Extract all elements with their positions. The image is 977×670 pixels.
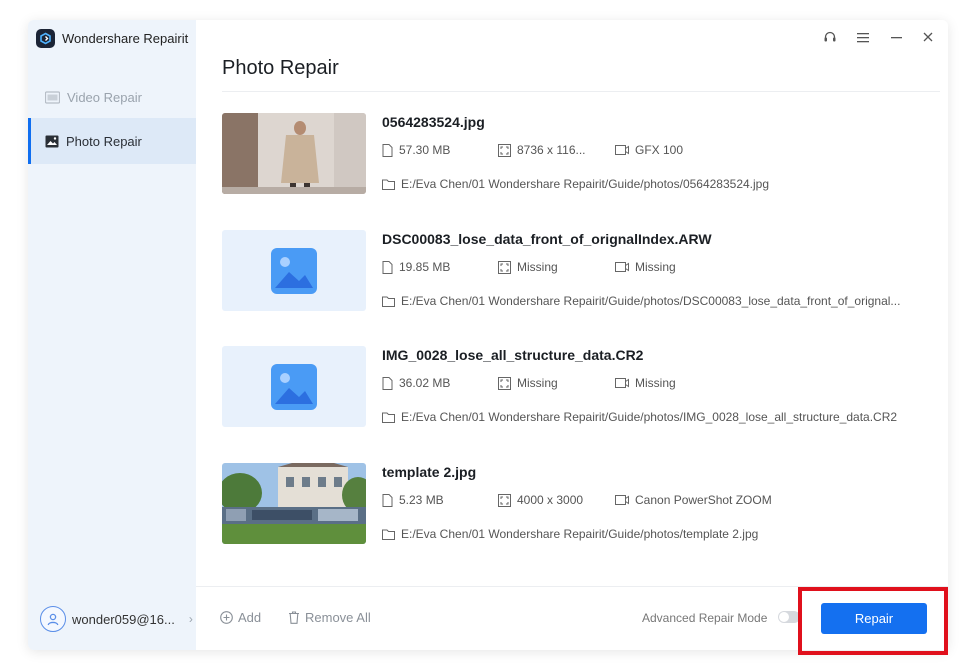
close-icon[interactable] [919,28,937,46]
file-camera: Missing [615,260,676,274]
file-path: E:/Eva Chen/01 Wondershare Repairit/Guid… [382,527,758,541]
file-name: 0564283524.jpg [382,114,485,130]
page-title: Photo Repair [222,57,339,79]
repair-button[interactable]: Repair [821,603,927,634]
file-row[interactable]: 0564283524.jpg 57.30 MB 8736 x 116... GF… [222,113,922,195]
resolution-icon [498,260,511,274]
file-icon [382,376,393,390]
sidebar-item-photo-repair[interactable]: Photo Repair [28,118,196,164]
menu-icon[interactable] [854,28,872,46]
sidebar: Wondershare Repairit Video Repair Photo … [28,20,196,650]
file-size: 57.30 MB [382,143,450,157]
image-placeholder-icon [271,247,317,294]
file-row[interactable]: template 2.jpg 5.23 MB 4000 x 3000 Canon… [222,463,922,545]
image-placeholder-icon [271,363,317,410]
sidebar-item-label: Video Repair [67,89,142,105]
trash-icon [289,611,299,624]
file-camera: GFX 100 [615,143,683,157]
file-icon [382,143,393,157]
file-thumbnail [222,230,366,311]
street-photo-image [222,463,366,544]
file-path: E:/Eva Chen/01 Wondershare Repairit/Guid… [382,410,897,424]
file-thumbnail [222,346,366,427]
folder-icon [382,179,395,190]
main-panel: Photo Repair 0564283524.jpg 57.30 MB 873… [196,20,948,650]
advanced-repair-mode-toggle[interactable] [778,611,800,623]
camera-icon [615,145,629,155]
file-name: DSC00083_lose_data_front_of_orignalIndex… [382,231,712,247]
video-icon [45,90,60,104]
file-row[interactable]: IMG_0028_lose_all_structure_data.CR2 36.… [222,346,922,428]
file-camera: Missing [615,376,676,390]
file-icon [382,260,393,274]
user-account[interactable]: wonder059@16... › [40,605,193,633]
resolution-icon [498,376,511,390]
app-name: Wondershare Repairit [62,30,189,46]
divider [222,91,940,92]
app-window: Wondershare Repairit Video Repair Photo … [28,20,948,650]
camera-icon [615,378,629,388]
file-camera: Canon PowerShot ZOOM [615,493,772,507]
file-name: IMG_0028_lose_all_structure_data.CR2 [382,347,644,363]
file-resolution: 4000 x 3000 [498,493,583,507]
user-icon [47,613,59,626]
camera-icon [615,495,629,505]
add-circle-icon [220,611,233,624]
file-path: E:/Eva Chen/01 Wondershare Repairit/Guid… [382,177,769,191]
avatar [40,606,66,632]
file-resolution: Missing [498,376,558,390]
support-headset-icon[interactable] [821,28,839,46]
file-thumbnail [222,113,366,194]
advanced-repair-mode-label: Advanced Repair Mode [642,611,768,625]
person-photo-image [222,113,366,194]
file-size: 36.02 MB [382,376,450,390]
file-resolution: 8736 x 116... [498,143,586,157]
camera-icon [615,262,629,272]
divider [196,586,948,587]
file-path: E:/Eva Chen/01 Wondershare Repairit/Guid… [382,294,900,308]
chevron-right-icon: › [188,612,193,626]
remove-all-button[interactable]: Remove All [288,610,371,625]
resolution-icon [498,493,511,507]
file-size: 19.85 MB [382,260,450,274]
photo-icon [45,135,59,147]
app-logo-icon [36,28,55,48]
file-name: template 2.jpg [382,464,477,480]
sidebar-item-label: Photo Repair [66,133,142,149]
user-name: wonder059@16... [72,611,175,627]
resolution-icon [498,143,511,157]
file-icon [382,493,393,507]
toggle-knob [779,612,789,622]
file-size: 5.23 MB [382,493,444,507]
brand: Wondershare Repairit [36,28,188,48]
file-thumbnail [222,463,366,544]
sidebar-item-video-repair[interactable]: Video Repair [28,74,196,120]
file-resolution: Missing [498,260,558,274]
add-button[interactable]: Add [220,610,261,625]
folder-icon [382,412,395,423]
file-row[interactable]: DSC00083_lose_data_front_of_orignalIndex… [222,230,922,312]
minimize-icon[interactable] [887,28,905,46]
folder-icon [382,529,395,540]
folder-icon [382,296,395,307]
